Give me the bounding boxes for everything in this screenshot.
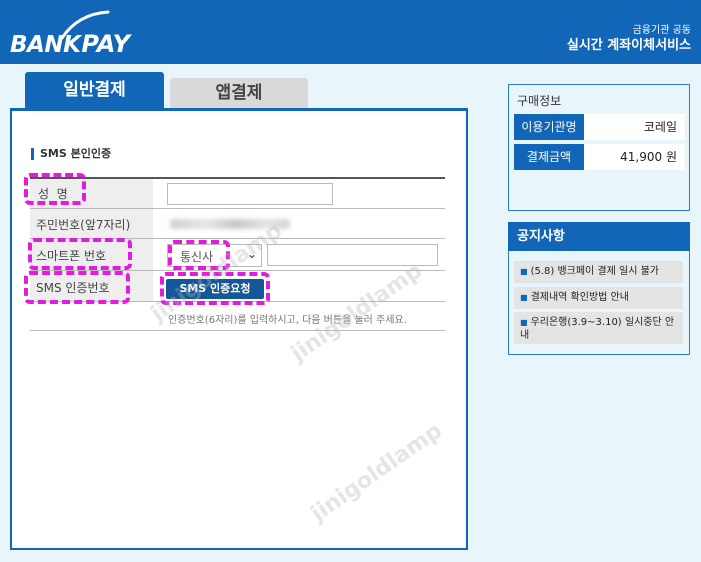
chevron-down-icon: ⌄ [246,247,257,261]
notice-item-text: (5.8) 뱅크페이 결제 일시 불가 [530,266,659,277]
highlight-phone-label [28,238,132,270]
purchase-info-title: 구매정보 [517,94,562,108]
highlight-carrier-select [168,240,230,270]
bankpay-window: BANKPAY 금융기관 공동 실시간 계좌이체서비스 일반결제 앱결제 SMS… [0,0,701,562]
notice-item[interactable]: ■ (5.8) 뱅크페이 결제 일시 불가 [514,261,683,283]
bankpay-logo: BANKPAY [10,30,130,58]
resident-number-label: 주민번호(앞7자리) [36,218,131,232]
row-divider [30,330,445,331]
row-divider [30,208,445,209]
notice-item[interactable]: ■ 우리은행(3.9~3.10) 일시중단 안내 [514,312,683,344]
tab-app-payment[interactable]: 앱결제 [170,78,308,109]
resident-number-blurred-value [170,219,290,229]
logo-bank-text: BANK [10,32,81,58]
tab-general-payment[interactable]: 일반결제 [25,72,164,110]
notice-item-text: 결제내역 확인방법 안내 [530,292,629,303]
notice-item-text: 우리은행(3.9~3.10) 일시중단 안내 [520,317,675,341]
header-sub-text: 금융기관 공동 [632,25,691,36]
sms-help-text: 인증번호(6자리)를 입력하시고, 다음 버튼을 눌러 주세요. [168,315,407,326]
amount-value: 41,900 원 [584,144,685,170]
header-bar: BANKPAY 금융기관 공동 실시간 계좌이체서비스 [0,0,701,64]
notice-item[interactable]: ■ 결제내역 확인방법 안내 [514,287,683,309]
highlight-sms-button [160,272,270,305]
sms-auth-section-title: SMS 본인인증 [31,148,111,160]
org-name-label: 이용기관명 [514,114,584,140]
name-input[interactable] [167,183,333,205]
notice-title: 공지사항 [508,222,690,251]
amount-label: 결제금액 [514,144,584,170]
header-title-text: 실시간 계좌이체서비스 [566,38,691,53]
bullet-icon: ■ [520,267,528,276]
phone-number-input[interactable] [267,244,438,266]
org-name-value: 코레일 [584,114,685,140]
header-service-title: 금융기관 공동 실시간 계좌이체서비스 [567,24,691,54]
bullet-icon: ■ [520,293,528,302]
bullet-icon: ■ [520,318,528,327]
logo-pay-text: PAY [81,30,130,58]
highlight-sms-label [24,271,130,304]
highlight-name-label [24,173,86,205]
